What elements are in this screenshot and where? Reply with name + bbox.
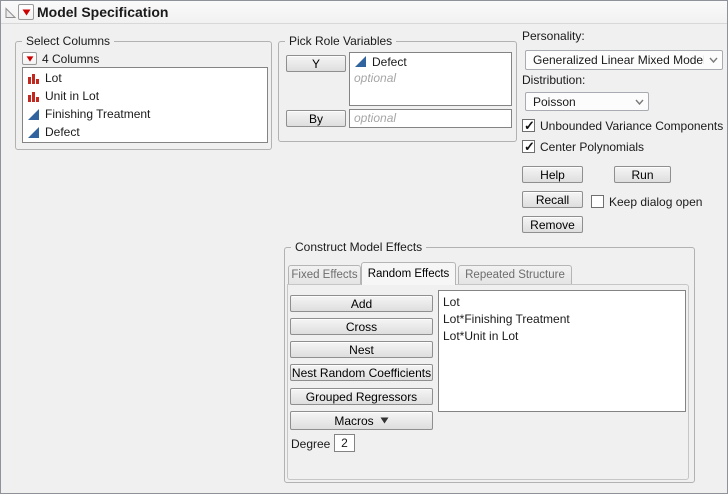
page-title: Model Specification (37, 4, 168, 20)
run-button[interactable]: Run (614, 166, 671, 183)
column-name: Unit in Lot (45, 89, 99, 103)
outline-header: Model Specification (1, 1, 727, 24)
by-role-drop-zone[interactable]: optional (349, 109, 512, 128)
distribution-combobox[interactable]: Poisson (525, 92, 649, 111)
nest-random-coefficients-button[interactable]: Nest Random Coefficients (290, 364, 433, 381)
macros-label: Macros (334, 414, 373, 428)
effect-item[interactable]: Lot*Unit in Lot (439, 327, 685, 344)
continuous-triangle-icon (354, 55, 367, 68)
columns-count-label: 4 Columns (42, 52, 99, 66)
disclosure-triangle-icon[interactable] (4, 6, 17, 19)
center-polynomials-label[interactable]: Center Polynomials (540, 140, 644, 154)
column-item[interactable]: Finishing Treatment (23, 105, 267, 123)
columns-listbox[interactable]: Lot Unit in Lot Finishing Treatment Defe… (22, 67, 268, 143)
personality-combobox[interactable]: Generalized Linear Mixed Model (525, 50, 723, 70)
select-columns-group: Select Columns 4 Columns Lot Unit in Lot (15, 41, 272, 150)
pick-role-variables-group-label: Pick Role Variables (285, 34, 396, 48)
tab-repeated-structure[interactable]: Repeated Structure (458, 265, 572, 284)
column-item[interactable]: Unit in Lot (23, 87, 267, 105)
remove-button[interactable]: Remove (522, 216, 583, 233)
by-optional-placeholder: optional (350, 110, 511, 126)
tab-fixed-effects[interactable]: Fixed Effects (288, 265, 361, 284)
personality-label: Personality: (522, 29, 585, 43)
column-name: Finishing Treatment (45, 107, 150, 121)
distribution-label: Distribution: (522, 73, 585, 87)
effects-listbox[interactable]: Lot Lot*Finishing Treatment Lot*Unit in … (438, 290, 686, 412)
chevron-down-icon (704, 57, 722, 63)
red-triangle-icon (22, 9, 31, 16)
model-specification-window: Model Specification Select Columns 4 Col… (0, 0, 728, 494)
recall-button[interactable]: Recall (522, 191, 583, 208)
distribution-value: Poisson (526, 95, 630, 109)
select-columns-group-label: Select Columns (22, 34, 114, 48)
degree-label: Degree (291, 437, 330, 451)
pick-role-variables-group: Pick Role Variables Y Defect optional By… (278, 41, 517, 142)
nest-effect-button[interactable]: Nest (290, 341, 433, 358)
column-item[interactable]: Lot (23, 69, 267, 87)
y-variable-item[interactable]: Defect (350, 53, 511, 70)
keep-dialog-open-checkbox[interactable] (591, 195, 604, 208)
cross-effect-button[interactable]: Cross (290, 318, 433, 335)
columns-filter-menu-button[interactable] (22, 52, 37, 65)
macros-menu-button[interactable]: Macros (290, 411, 433, 430)
y-role-drop-zone[interactable]: Defect optional (349, 52, 512, 106)
nominal-bars-icon (27, 90, 40, 103)
unbounded-variance-checkbox[interactable] (522, 119, 535, 132)
construct-model-effects-group: Construct Model Effects Fixed Effects Ra… (284, 247, 695, 483)
random-effects-tab-panel: Add Cross Nest Nest Random Coefficients … (287, 284, 689, 480)
y-variable-name: Defect (372, 55, 407, 69)
keep-dialog-open-label[interactable]: Keep dialog open (609, 195, 702, 209)
red-triangle-icon (26, 56, 34, 62)
degree-input[interactable]: 2 (334, 434, 355, 452)
y-optional-placeholder: optional (350, 70, 511, 86)
construct-model-effects-group-label: Construct Model Effects (291, 240, 426, 254)
effect-item[interactable]: Lot*Finishing Treatment (439, 310, 685, 327)
effect-item[interactable]: Lot (439, 293, 685, 310)
help-button[interactable]: Help (522, 166, 583, 183)
column-item[interactable]: Defect (23, 123, 267, 141)
continuous-triangle-icon (27, 126, 40, 139)
nominal-bars-icon (27, 72, 40, 85)
dropdown-arrow-icon (380, 417, 389, 424)
personality-value: Generalized Linear Mixed Model (526, 53, 704, 67)
by-role-button[interactable]: By (286, 110, 346, 127)
chevron-down-icon (630, 99, 648, 105)
y-role-button[interactable]: Y (286, 55, 346, 72)
add-effect-button[interactable]: Add (290, 295, 433, 312)
tab-random-effects[interactable]: Random Effects (361, 262, 456, 285)
continuous-triangle-icon (27, 108, 40, 121)
column-name: Defect (45, 125, 80, 139)
unbounded-variance-label[interactable]: Unbounded Variance Components (540, 119, 723, 133)
column-name: Lot (45, 71, 62, 85)
center-polynomials-checkbox[interactable] (522, 140, 535, 153)
red-triangle-menu-button[interactable] (18, 4, 34, 20)
grouped-regressors-button[interactable]: Grouped Regressors (290, 388, 433, 405)
